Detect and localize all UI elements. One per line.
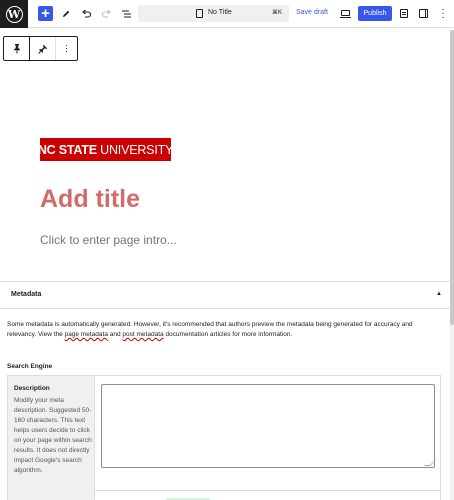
pin-edit-button[interactable] — [30, 37, 55, 60]
sidebar-toggle-icon[interactable] — [419, 9, 428, 18]
scrollbar-thumb[interactable] — [450, 30, 454, 325]
search-engine-heading: Search Engine — [7, 363, 53, 370]
publish-button[interactable]: Publish — [358, 6, 392, 21]
description-label-cell: Description Modify your meta description… — [8, 376, 95, 500]
metadata-panel: Metadata ▲ Some metadata is automaticall… — [0, 281, 450, 500]
command-shortcut: ⌘K — [271, 10, 282, 16]
list-view-icon — [121, 10, 131, 18]
tools-button[interactable] — [59, 6, 73, 22]
editor-top-toolbar: W + No Title ⌘K Save draft Publish · · · — [0, 0, 454, 28]
redo-icon — [101, 9, 111, 18]
pushpin-icon — [37, 44, 47, 54]
metadata-intro-text: Some metadata is automatically generated… — [7, 320, 443, 340]
row-divider — [95, 490, 441, 491]
list-view-button[interactable] — [119, 6, 133, 22]
divider — [0, 308, 450, 309]
redo-button[interactable] — [99, 6, 113, 22]
intro-text-2: and — [107, 331, 123, 338]
plus-icon: + — [41, 5, 50, 22]
block-options-button[interactable]: · · · — [55, 37, 77, 60]
document-title: No Title — [208, 9, 232, 16]
options-menu-icon[interactable]: · · · — [440, 5, 446, 23]
pencil-icon — [63, 10, 70, 17]
description-label: Description — [14, 385, 50, 392]
undo-icon — [81, 9, 91, 18]
intro-text-3: documentation articles for more informat… — [163, 331, 293, 338]
logo-regular-text: UNIVERSITY — [96, 142, 174, 157]
pin-button[interactable] — [4, 37, 30, 60]
search-engine-table: Description Modify your meta description… — [7, 375, 441, 500]
block-settings-icon[interactable] — [400, 9, 408, 18]
wordpress-icon: W — [5, 5, 23, 23]
meta-description-textarea[interactable] — [101, 384, 435, 468]
nc-state-logo: NC STATE UNIVERSITY — [37, 138, 174, 161]
document-bar[interactable]: No Title ⌘K — [138, 5, 289, 22]
title-input[interactable]: Add title — [40, 185, 140, 214]
block-toolbar: · · · — [3, 36, 78, 61]
description-help-text: Modify your meta description. Suggested … — [14, 397, 92, 474]
undo-button[interactable] — [79, 6, 93, 22]
page-scrollbar[interactable] — [450, 30, 454, 500]
logo-bold-text: NC STATE — [37, 142, 97, 157]
page-metadata-link[interactable]: page metadata — [65, 331, 108, 338]
wordpress-logo-button[interactable]: W — [0, 0, 28, 28]
page-icon — [196, 9, 203, 18]
page-intro-input[interactable]: Click to enter page intro... — [40, 233, 177, 247]
add-block-button[interactable]: + — [38, 6, 53, 21]
preview-icon[interactable] — [340, 10, 351, 18]
save-draft-button[interactable]: Save draft — [296, 9, 328, 16]
post-metadata-link[interactable]: post metadata — [122, 331, 163, 338]
more-vertical-icon: · · · — [65, 40, 68, 56]
metadata-header[interactable]: Metadata — [11, 291, 41, 298]
collapse-caret-icon[interactable]: ▲ — [436, 291, 442, 297]
pin-icon — [13, 44, 20, 54]
